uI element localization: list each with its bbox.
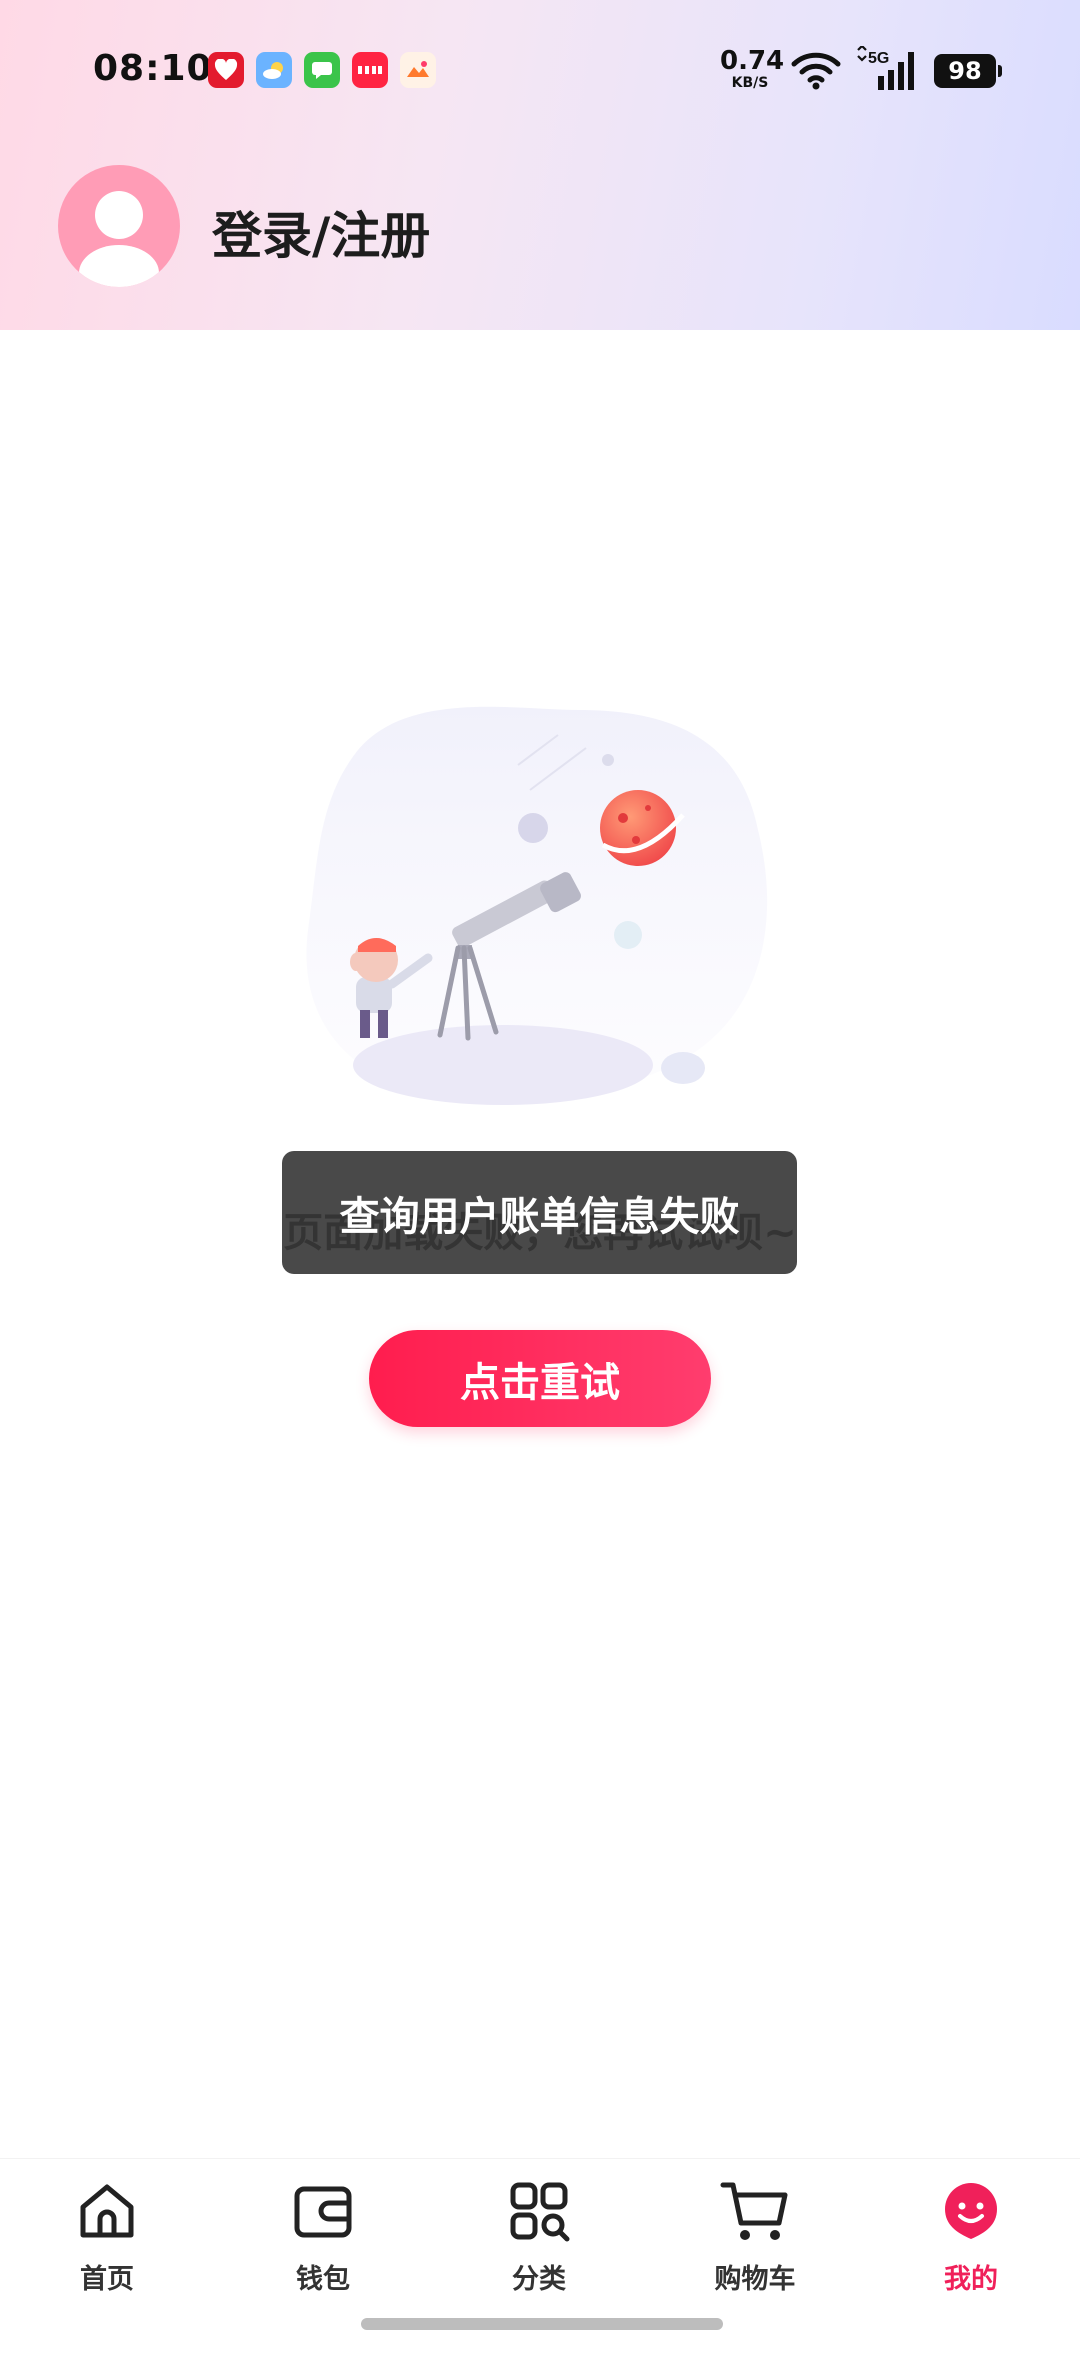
battery-indicator: 98 <box>934 54 1002 88</box>
tab-label-category: 分类 <box>512 2264 566 2295</box>
category-icon <box>510 2182 570 2242</box>
network-speed-unit: KB/S <box>731 75 769 91</box>
status-bar: 08:10 0.74 KB/S 5G 98 <box>0 0 1080 140</box>
tab-label-profile: 我的 <box>944 2264 998 2295</box>
home-icon <box>80 2184 134 2238</box>
status-time: 08:10 <box>93 48 213 89</box>
weather-icon <box>256 52 292 88</box>
tab-profile[interactable]: 我的 <box>896 2179 1046 2309</box>
tab-wallet[interactable]: 钱包 <box>248 2179 398 2309</box>
network-speed-value: 0.74 <box>720 46 785 76</box>
network-speed: 0.74 KB/S <box>720 46 785 91</box>
tab-cart[interactable]: 购物车 <box>680 2179 830 2309</box>
gallery-icon <box>400 52 436 88</box>
tab-label-cart: 购物车 <box>714 2264 796 2295</box>
messages-icon <box>304 52 340 88</box>
tab-label-wallet: 钱包 <box>296 2264 350 2295</box>
header: 08:10 0.74 KB/S 5G 98 登录/注册 <box>0 0 1080 330</box>
tab-label-home: 首页 <box>80 2264 134 2295</box>
retry-button[interactable]: 点击重试 <box>369 1330 711 1427</box>
toast-message: 查询用户账单信息失败 <box>282 1151 797 1274</box>
signal-icon: 5G <box>857 46 914 90</box>
load-failed-illustration <box>306 706 768 1105</box>
home-indicator[interactable] <box>361 2318 723 2330</box>
tab-category[interactable]: 分类 <box>464 2179 614 2309</box>
cart-icon <box>720 2182 788 2240</box>
network-type-label: 5G <box>868 50 889 67</box>
wallet-icon <box>294 2186 352 2238</box>
default-avatar-icon <box>79 191 159 287</box>
profile-icon <box>945 2183 997 2239</box>
avatar[interactable] <box>58 165 180 287</box>
tab-home[interactable]: 首页 <box>32 2179 182 2309</box>
app-heart-icon <box>208 52 244 88</box>
xiaohongshu-icon <box>352 52 388 88</box>
wifi-icon <box>791 52 841 90</box>
login-register-link[interactable]: 登录/注册 <box>212 196 430 268</box>
